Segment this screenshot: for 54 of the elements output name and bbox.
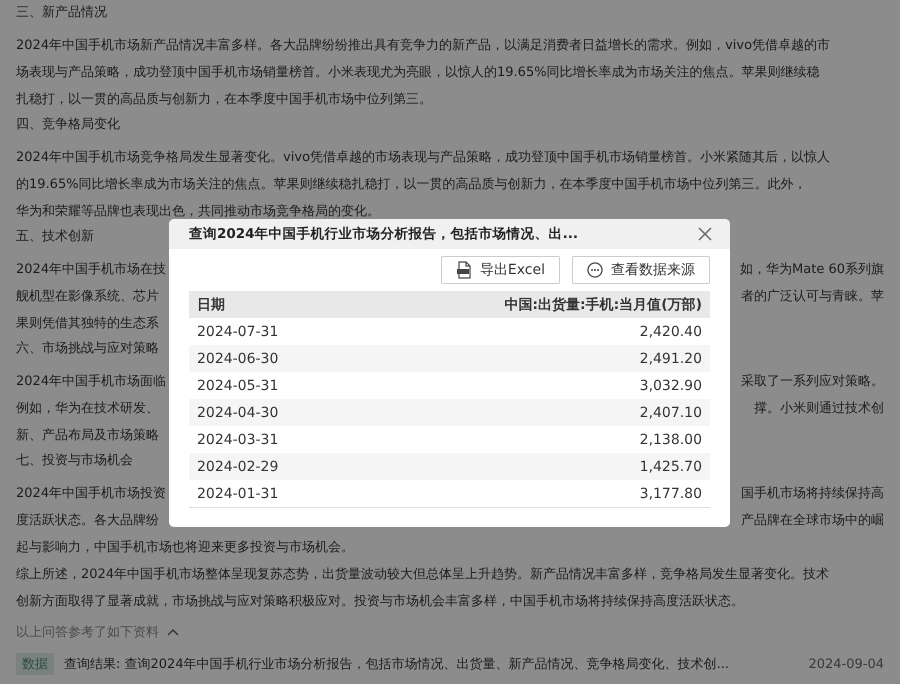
paragraph-text: 采取了一系列应对策略。 xyxy=(741,373,884,391)
section-heading: 六、市场挑战与应对策略 xyxy=(16,340,159,358)
paragraph-text: 场表现与产品策略，成功登顶中国手机市场销量榜首。小米表现尤为亮眼，以惊人的19.65%同比增长率成为市场关注的焦点。苹果则继续稳 xyxy=(16,64,820,82)
table-cell: 2024-03-31 xyxy=(189,426,352,453)
paragraph-text: 2024年中国手机市场面临 xyxy=(16,373,166,391)
table-cell: 2024-01-31 xyxy=(189,480,352,508)
table-cell: 2024-07-31 xyxy=(189,318,352,345)
paragraph-text: 舰机型在影像系统、芯片 xyxy=(16,288,159,306)
table-cell: 2,407.10 xyxy=(352,399,710,426)
paragraph-text: 创新方面取得了显著成就，市场挑战与应对策略积极应对。投资与市场机会丰富多样，中国手机市场将持续保持高度活跃状态。 xyxy=(16,593,744,611)
column-header: 中国:出货量:手机:当月值(万部) xyxy=(352,291,710,318)
paragraph-text: 例如，华为在技术研发、 xyxy=(16,400,159,418)
source-tag: 数据 xyxy=(16,653,54,675)
reference-date: 2024-09-04 xyxy=(808,656,884,672)
section-heading: 四、竞争格局变化 xyxy=(16,116,120,134)
chevron-icon xyxy=(167,628,179,636)
paragraph-text: 国手机市场将持续保持高 xyxy=(741,485,884,503)
paragraph-text: 起与影响力，中国手机市场也将迎来更多投资与市场机会。 xyxy=(16,539,354,557)
paragraph-text: 产品牌在全球市场中的崛 xyxy=(741,512,884,530)
table-cell: 2024-05-31 xyxy=(189,372,352,399)
section-heading: 五、技术创新 xyxy=(16,228,94,246)
file-icon xyxy=(456,261,472,279)
paragraph-text: 果则凭借其独特的生态系 xyxy=(16,315,159,333)
table-cell: 2,138.00 xyxy=(352,426,710,453)
table-cell: 1,425.70 xyxy=(352,453,710,480)
paragraph-text: 2024年中国手机市场竞争格局发生显著变化。vivo凭借卓越的市场表现与产品策略，成功登顶中国手机市场销量榜首。小米紧随其后，以惊人 xyxy=(16,149,830,167)
paragraph-text: 新、产品布局及市场策略 xyxy=(16,427,159,445)
paragraph-text: 者的广泛认可与青睐。苹 xyxy=(741,288,884,306)
paragraph-text: 的19.65%同比增长率成为市场关注的焦点。苹果则继续稳扎稳打，以一贯的高品质与创新力，在本季度中国手机市场中位列第三。此外， xyxy=(16,176,807,194)
paragraph-text: 华为和荣耀等品牌也表现出色，共同推动市场竞争格局的变化。 xyxy=(16,203,380,221)
table-cell: 2024-02-29 xyxy=(189,453,352,480)
section-heading: 七、投资与市场机会 xyxy=(16,452,133,470)
table-cell: 2,420.40 xyxy=(352,318,710,345)
paragraph-text: 撑。小米则通过技术创 xyxy=(754,400,884,418)
more-icon xyxy=(587,262,603,278)
export-excel-button[interactable]: 导出Excel xyxy=(440,256,560,284)
paragraph-text: 2024年中国手机市场投资 xyxy=(16,485,166,503)
dialog-title: 查询2024年中国手机行业市场分析报告，包括市场情况、出... xyxy=(189,225,578,243)
data-source-button[interactable]: 查看数据来源 xyxy=(572,256,710,284)
close-icon[interactable] xyxy=(698,227,712,241)
table-cell: 2024-04-30 xyxy=(189,399,352,426)
paragraph-text: 扎稳打，以一贯的高品质与创新力，在本季度中国手机市场中位列第三。 xyxy=(16,91,432,109)
paragraph-text: 2024年中国手机市场在技 xyxy=(16,261,166,279)
paragraph-text: 度活跃状态。各大品牌纷 xyxy=(16,512,159,530)
table-cell: 3,177.80 xyxy=(352,480,710,508)
section-heading: 三、新产品情况 xyxy=(16,4,107,22)
reference-link[interactable]: 查询结果: 查询2024年中国手机行业市场分析报告，包括市场情况、出货量、新产品情况、竞争格局变化、技术创... xyxy=(64,655,729,673)
table-cell: 2024-06-30 xyxy=(189,345,352,372)
paragraph-text: 如，华为Mate 60系列旗 xyxy=(740,261,884,279)
table-cell: 2,491.20 xyxy=(352,345,710,372)
paragraph-text: 2024年中国手机市场新产品情况丰富多样。各大品牌纷纷推出具有竞争力的新产品，以满足消费者日益增长的需求。例如，vivo凭借卓越的市 xyxy=(16,37,830,55)
table-cell: 3,032.90 xyxy=(352,372,710,399)
column-header: 日期 xyxy=(189,291,352,318)
paragraph-text: 综上所述，2024年中国手机市场整体呈现复苏态势，出货量波动较大但总体呈上升趋势。新产品情况丰富多样，竞争格局发生显著变化。技术 xyxy=(16,566,830,584)
